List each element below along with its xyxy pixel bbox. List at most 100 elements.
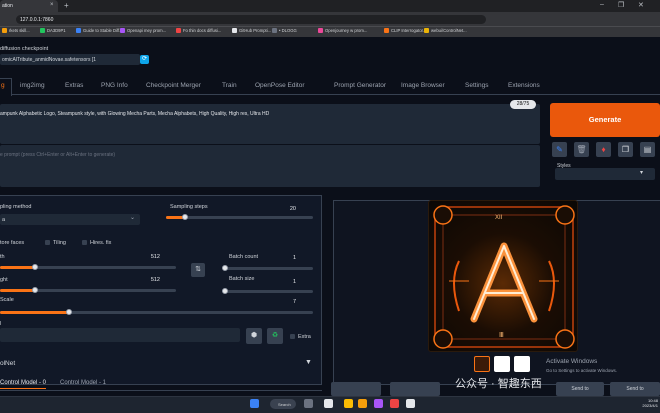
files-icon[interactable] [304, 399, 313, 408]
batch-size-value[interactable]: 1 [280, 279, 296, 285]
windows-start-icon[interactable] [250, 399, 259, 408]
chevron-down-icon: ▾ [640, 170, 644, 176]
url-field[interactable]: 127.0.0.1:7860 [16, 15, 486, 24]
tab-control-model-0[interactable]: Control Model - 0 [0, 380, 47, 389]
batch-count-slider[interactable] [221, 265, 313, 271]
send-to-img2img-button[interactable]: Send to [556, 382, 604, 396]
width-value[interactable]: 512 [140, 254, 160, 260]
slider-handle[interactable] [221, 265, 228, 271]
new-tab-button[interactable]: + [64, 1, 69, 10]
bookmark-label: GitHub Prompti... [239, 28, 272, 33]
open-folder-button[interactable] [331, 382, 381, 396]
slider-handle[interactable] [221, 288, 228, 294]
cfg-scale-slider[interactable] [0, 309, 313, 315]
bookmark-item[interactable]: rkets skill... [2, 28, 30, 34]
controlnet-label: olNet [0, 360, 16, 367]
bookmark-item[interactable]: Guide to Stable Diff... [76, 28, 123, 34]
checkpoint-select[interactable]: omicAlTribute_anmidNovae.safetensors [1 [0, 54, 140, 65]
checkbox-box [45, 240, 50, 246]
save-style-icon[interactable]: ▤ [640, 142, 655, 157]
bookmark-item[interactable]: Fo thin docs diffusi... [176, 28, 221, 34]
app-icon[interactable] [374, 399, 383, 408]
recycle-icon[interactable]: ♻ [267, 328, 283, 344]
batch-count-value[interactable]: 1 [280, 255, 296, 261]
bookmark-item[interactable]: CLIP Interrogator... [384, 28, 427, 34]
prompt-textarea[interactable]: ampunk Alphabetic Logo, Steampunk style,… [0, 104, 540, 144]
swap-dimensions-button[interactable]: ⇅ [191, 263, 205, 277]
tab-extras[interactable]: Extras [65, 82, 83, 89]
tab-prompt-generator[interactable]: Prompt Generator [334, 82, 386, 89]
cfg-scale-value[interactable]: 7 [280, 299, 296, 305]
tab-checkpoint-merger[interactable]: Checkpoint Merger [146, 82, 201, 89]
minimize-icon[interactable]: ‒ [600, 1, 604, 8]
paint-icon[interactable]: ✎ [552, 142, 567, 157]
save-button[interactable] [390, 382, 440, 396]
bookmark-favicon-icon [76, 28, 81, 34]
batch-size-label: Batch size [229, 276, 255, 282]
close-window-icon[interactable]: ✕ [638, 1, 644, 9]
width-label: th [0, 254, 5, 260]
dice-icon[interactable]: ⬢ [246, 328, 262, 344]
tiling-checkbox[interactable]: Tiling [45, 240, 66, 246]
bookmark-label: webui/ControlNet... [431, 28, 467, 33]
maximize-icon[interactable]: ❐ [618, 1, 624, 9]
taskbar-search[interactable]: Search [270, 399, 296, 409]
bookmark-item[interactable]: GitHub Prompti... [232, 28, 272, 34]
tab-img2img[interactable]: img2img [20, 82, 45, 89]
seed-input[interactable] [0, 328, 240, 342]
sampling-method-label: pling method [0, 204, 32, 210]
thumbnail-image[interactable] [514, 356, 530, 372]
height-value[interactable]: 512 [140, 277, 160, 283]
thumbnail-image[interactable] [494, 356, 510, 372]
taskbar-clock[interactable]: 10:48 2023/4/1 [628, 398, 658, 408]
slider-handle[interactable] [65, 309, 72, 315]
media-icon[interactable] [324, 399, 333, 408]
opera-icon[interactable] [390, 399, 399, 408]
bookmark-item[interactable]: webui/ControlNet... [424, 28, 467, 34]
tab-image-browser[interactable]: Image Browser [401, 82, 445, 89]
bookmark-item[interactable]: DA3D9P1 [40, 28, 66, 34]
style-apply-icon[interactable]: ♦ [596, 142, 611, 157]
wechat-watermark: 公众号 · 智趣东西 [455, 378, 542, 390]
close-tab-icon[interactable]: × [50, 2, 54, 8]
sampling-steps-label: Sampling steps [170, 204, 208, 210]
bookmark-item[interactable]: Openjourney w prom... [318, 28, 368, 34]
send-to-inpaint-button[interactable]: Send to [610, 382, 660, 396]
checkbox-box [290, 334, 295, 340]
clipboard-icon[interactable]: ❐ [618, 142, 633, 157]
tab-g[interactable]: g [1, 82, 5, 89]
controlnet-accordion[interactable]: olNet ▼ [0, 357, 322, 369]
tab-train[interactable]: Train [222, 82, 237, 89]
tab-control-model-1[interactable]: Control Model - 1 [60, 380, 106, 386]
tab-settings[interactable]: Settings [465, 82, 489, 89]
generated-image[interactable]: XII Ⅲ [428, 200, 578, 352]
extra-checkbox[interactable]: Extra [290, 334, 311, 340]
folder-icon[interactable] [358, 399, 367, 408]
thumbnail-image[interactable] [474, 356, 490, 372]
bookmark-favicon-icon [424, 28, 429, 34]
bookmark-item[interactable]: Openapi mey prom... [120, 28, 166, 34]
tab-openpose-editor[interactable]: OpenPose Editor [255, 82, 305, 89]
main-tabs [0, 78, 660, 95]
restore-faces-checkbox[interactable]: tore faces [0, 240, 24, 246]
sampling-steps-value[interactable]: 20 [280, 206, 296, 212]
bookmark-label: Openjourney w prom... [325, 28, 368, 33]
height-slider[interactable] [0, 287, 176, 293]
sampling-steps-slider[interactable] [166, 214, 313, 220]
sampler-select[interactable]: a [0, 214, 140, 225]
bookmark-item[interactable]: • DLOGG [272, 28, 297, 34]
generate-button[interactable]: Generate [550, 103, 660, 137]
hires-fix-checkbox[interactable]: Hires. fix [82, 240, 111, 246]
width-fill [0, 266, 36, 269]
refresh-icon[interactable]: ⟳ [140, 55, 149, 64]
mail-icon[interactable] [406, 399, 415, 408]
bookmark-label: CLIP Interrogator... [391, 28, 427, 33]
width-slider[interactable] [0, 264, 176, 270]
chrome-icon[interactable] [344, 399, 353, 408]
tab-png-info[interactable]: PNG Info [101, 82, 128, 89]
negative-prompt-textarea[interactable]: e prompt (press Ctrl+Enter or Alt+Enter … [0, 145, 540, 187]
trash-icon[interactable]: 🗑 [574, 142, 589, 157]
restore-faces-label: tore faces [0, 240, 25, 246]
batch-size-slider[interactable] [221, 288, 313, 294]
tab-extensions[interactable]: Extensions [508, 82, 540, 89]
